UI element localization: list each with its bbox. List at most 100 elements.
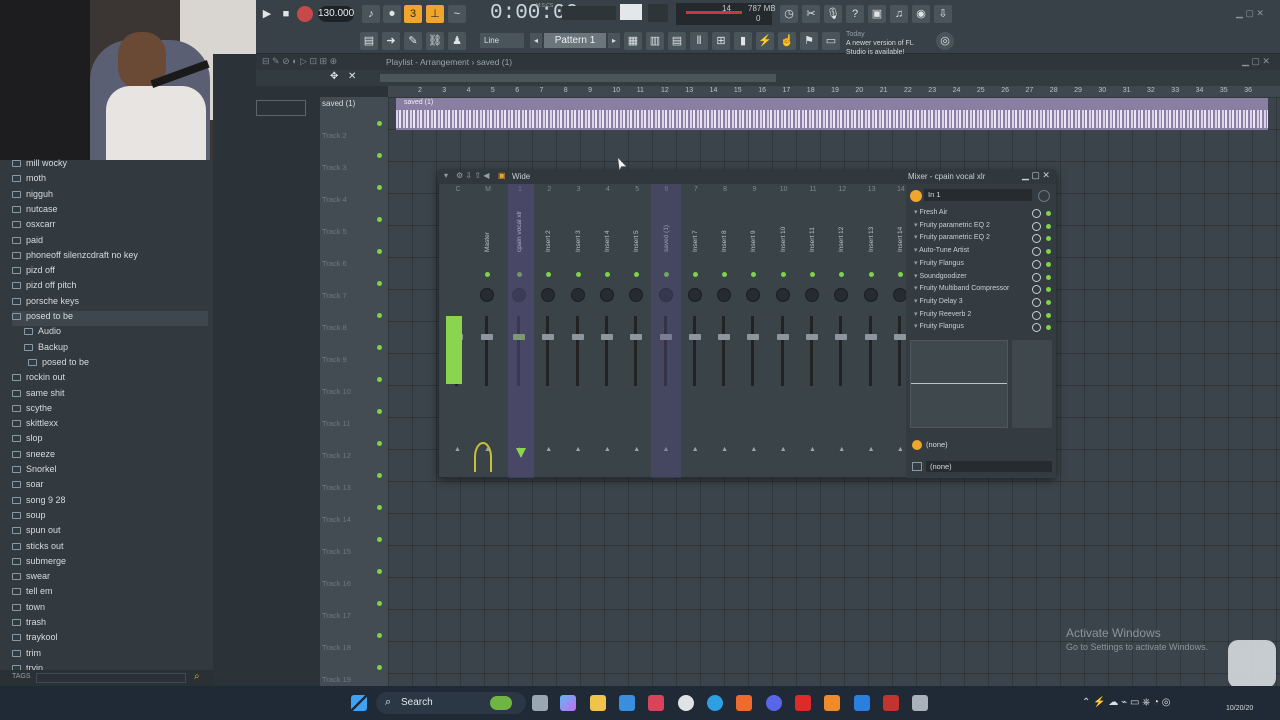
browser-item[interactable]: town	[12, 602, 45, 617]
strip-enable-led[interactable]	[868, 272, 874, 277]
pan-knob[interactable]	[775, 288, 790, 302]
track-name[interactable]: Track 3	[322, 163, 347, 172]
browser-item[interactable]: porsche keys	[12, 296, 79, 311]
track-name[interactable]: Track 14	[322, 515, 351, 524]
effect-slot[interactable]: ▾ Fresh Air	[914, 208, 947, 216]
track-name[interactable]: Track 5	[322, 227, 347, 236]
volume-fader[interactable]	[718, 334, 731, 340]
strip-enable-led[interactable]	[897, 272, 903, 277]
strip-enable-led[interactable]	[839, 272, 845, 277]
browser-item[interactable]: Snorkel	[12, 464, 57, 479]
route-arrow-icon[interactable]: ▲	[897, 446, 904, 453]
track-name[interactable]: Track 15	[322, 547, 351, 556]
track-mute-led[interactable]	[377, 185, 382, 190]
tray-icons[interactable]: ⌃ ⚡ ☁ ⌁ ▭ ⎈ ◔ ◎	[1082, 697, 1171, 708]
track-mute-led[interactable]	[377, 313, 382, 318]
browser-item[interactable]: paid	[12, 235, 43, 250]
effect-enable-led[interactable]	[1046, 274, 1051, 280]
effect-enable-led[interactable]	[1046, 261, 1051, 267]
output-select-bottom[interactable]: (none)	[926, 461, 1052, 472]
mixer-window-controls[interactable]: ▁ ▢ ✕	[1022, 170, 1050, 181]
browser-item[interactable]: submerge	[12, 556, 66, 571]
help-icon[interactable]: ?	[846, 5, 864, 23]
route-arrow-icon[interactable]: ▲	[809, 446, 816, 453]
plugin-icon[interactable]: ⚡	[756, 32, 774, 50]
snap-select[interactable]: Line	[480, 33, 524, 48]
output-faders[interactable]	[1012, 340, 1052, 428]
tags-bar[interactable]: TAGS ⌕	[0, 670, 213, 686]
playlist-overview[interactable]: ✥ ✕	[256, 70, 1280, 86]
window-controls[interactable]: ▁ ▢ ✕	[1236, 8, 1264, 19]
mixer-view-mode[interactable]: Wide	[512, 172, 530, 181]
browser-item[interactable]: slop	[12, 433, 43, 448]
track-name[interactable]: Track 6	[322, 259, 347, 268]
update-icon[interactable]: ◎	[936, 32, 954, 50]
strip-enable-led[interactable]	[546, 272, 552, 277]
effect-enable-led[interactable]	[1046, 312, 1051, 318]
record-button[interactable]	[297, 6, 313, 22]
track-mute-led[interactable]	[377, 537, 382, 542]
edge-icon[interactable]	[707, 695, 723, 711]
effect-enable-led[interactable]	[1046, 211, 1051, 216]
strip-enable-led[interactable]	[751, 272, 757, 277]
project-icon[interactable]: ▮	[734, 32, 752, 50]
browser-item[interactable]: mill wocky	[12, 158, 67, 173]
app-icon-2[interactable]	[854, 695, 870, 711]
chatgpt-icon[interactable]	[678, 695, 694, 711]
strip-enable-led[interactable]	[810, 272, 815, 277]
effect-enable-led[interactable]	[1046, 223, 1051, 229]
volume-fader[interactable]	[630, 334, 643, 340]
copilot-icon[interactable]	[560, 695, 576, 711]
file-explorer-icon[interactable]	[590, 695, 606, 711]
microphone-icon[interactable]: 🎙	[824, 5, 842, 23]
route-arrow-icon[interactable]: ▲	[780, 446, 787, 453]
browser-item[interactable]: nutcase	[12, 204, 58, 219]
brave-icon[interactable]	[736, 695, 752, 711]
pan-knob[interactable]	[717, 288, 732, 302]
pan-knob[interactable]	[687, 288, 702, 302]
track-mute-led[interactable]	[377, 345, 382, 350]
midi-icon[interactable]: ♫	[890, 5, 908, 23]
effect-mix-knob[interactable]	[1032, 259, 1041, 269]
track-name[interactable]: Track 19	[322, 675, 351, 684]
strip-enable-led[interactable]	[604, 272, 610, 277]
track-name[interactable]: Track 9	[322, 355, 347, 364]
pencil-tool-icon[interactable]: ✎	[404, 32, 422, 50]
volume-fader[interactable]	[600, 334, 613, 340]
close-icon[interactable]: ✕	[348, 71, 356, 82]
pan-knob[interactable]	[629, 288, 644, 302]
blend-notes-icon[interactable]: ~	[448, 5, 466, 23]
browser-item[interactable]: moth	[12, 173, 46, 188]
mixer-tools-icons[interactable]: ⚙ ⇩ ⇧ ◀	[456, 171, 489, 180]
browser-item[interactable]: sticks out	[12, 541, 64, 556]
channel-rack-icon[interactable]: ▤	[668, 32, 686, 50]
browser-icon[interactable]: ⊞	[712, 32, 730, 50]
metronome-icon[interactable]: ♪	[362, 5, 380, 23]
master-pitch-slider[interactable]	[562, 6, 616, 20]
app-icon-4[interactable]	[912, 695, 928, 711]
route-arrow-icon[interactable]: ▲	[868, 446, 875, 453]
youtube-icon[interactable]	[795, 695, 811, 711]
route-arrow-icon[interactable]: ▲	[838, 446, 845, 453]
browser-item[interactable]: posed to be	[28, 357, 89, 372]
move-icon[interactable]: ✥	[330, 71, 338, 82]
browser-item[interactable]: tell em	[12, 586, 53, 601]
effect-mix-knob[interactable]	[1032, 297, 1041, 307]
browser-item[interactable]: pizd off pitch	[12, 280, 76, 295]
strip-enable-led[interactable]	[722, 272, 728, 277]
pan-knob[interactable]	[541, 288, 556, 302]
track-name[interactable]: saved (1)	[322, 99, 355, 108]
browser-item[interactable]: swear	[12, 571, 50, 586]
volume-fader[interactable]	[835, 334, 848, 340]
effect-mix-knob[interactable]	[1032, 221, 1041, 231]
pan-knob[interactable]	[863, 288, 878, 302]
track-name[interactable]: Track 16	[322, 579, 351, 588]
effect-slot[interactable]: ▾ Auto-Tune Artist	[914, 246, 969, 254]
browser-item[interactable]: Audio	[24, 326, 61, 341]
browser-item[interactable]: scythe	[12, 403, 52, 418]
track-name[interactable]: Track 4	[322, 195, 347, 204]
strip-enable-led[interactable]	[575, 272, 581, 277]
track-mute-led[interactable]	[377, 121, 382, 126]
effect-slot[interactable]: ▾ Fruity Flangus	[914, 259, 964, 267]
volume-fader[interactable]	[893, 334, 906, 340]
